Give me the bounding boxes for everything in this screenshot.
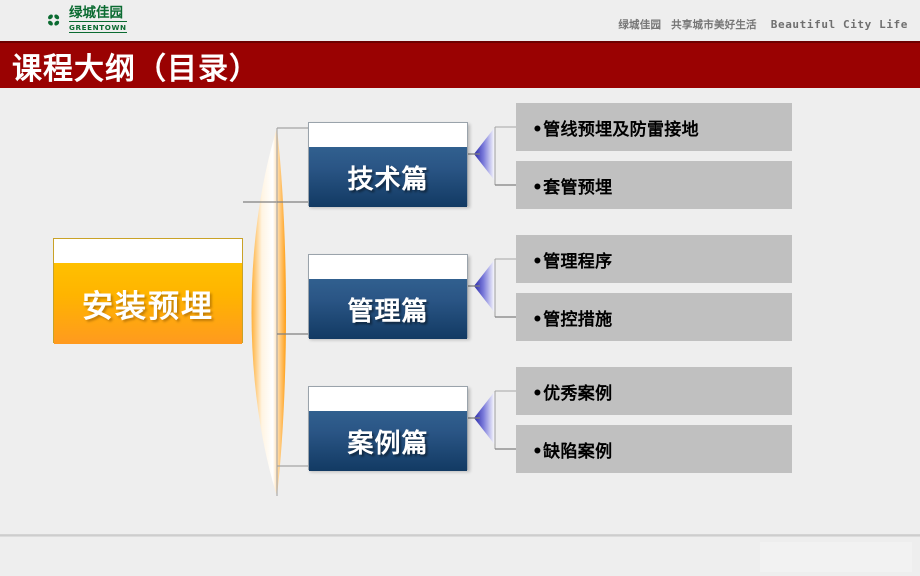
branch-node-label: 管理篇	[347, 296, 429, 327]
header-tagline: 绿城佳园 共享城市美好生活 Beautiful City Life	[618, 17, 908, 32]
greentown-logo: 绿城佳园 GREENTOWN	[36, 4, 156, 36]
branch-node-body: 案例篇	[309, 411, 467, 471]
branch-node-label: 技术篇	[347, 164, 429, 195]
leaf-label: •套管预埋	[532, 177, 613, 198]
branch-node-cap	[309, 255, 467, 279]
footer-placeholder-block	[760, 542, 912, 572]
diagram-leaf-box[interactable]: •管线预埋及防雷接地	[516, 103, 792, 151]
branch-node-label: 案例篇	[347, 428, 429, 459]
root-node-body: 安装预埋	[54, 263, 242, 344]
tagline-slogan-cn: 共享城市美好生活	[671, 19, 757, 31]
leaf-label: •优秀案例	[532, 383, 613, 404]
diagram-canvas: 安装预埋 技术篇 管理篇 案例篇 •管线预埋及防雷接地 •套管预埋 •管理程序 …	[0, 88, 920, 536]
root-node-label: 安装预埋	[82, 289, 214, 325]
diagram-leaf-box[interactable]: •管理程序	[516, 235, 792, 283]
branch-node-cap	[309, 387, 467, 411]
greentown-clover-logo	[36, 5, 66, 35]
tagline-brand: 绿城佳园	[618, 19, 662, 31]
leaf-label: •管控措施	[532, 309, 613, 330]
branch-node-body: 技术篇	[309, 147, 467, 207]
leaf-label: •管线预埋及防雷接地	[532, 119, 699, 140]
branch-node-cap	[309, 123, 467, 147]
diagram-leaf-box[interactable]: •优秀案例	[516, 367, 792, 415]
logo-chinese-name: 绿城佳园	[69, 6, 127, 23]
slide-header: 绿城佳园 GREENTOWN 绿城佳园 共享城市美好生活 Beautiful Cit…	[0, 0, 920, 41]
diagram-root-node[interactable]: 安装预埋	[53, 238, 243, 344]
diagram-leaf-box[interactable]: •套管预埋	[516, 161, 792, 209]
root-node-cap	[54, 239, 242, 263]
diagram-leaf-box[interactable]: •缺陷案例	[516, 425, 792, 473]
diagram-leaf-box[interactable]: •管控措施	[516, 293, 792, 341]
logo-english-name: GREENTOWN	[69, 22, 127, 34]
slide: 绿城佳园 GREENTOWN 绿城佳园 共享城市美好生活 Beautiful Cit…	[0, 0, 920, 576]
slide-title-bar: 课程大纲（目录）	[0, 41, 920, 88]
tagline-slogan-en: Beautiful City Life	[770, 18, 908, 31]
leaf-label: •管理程序	[532, 251, 613, 272]
leaf-label: •缺陷案例	[532, 441, 613, 462]
diagram-branch-node-case[interactable]: 案例篇	[308, 386, 468, 471]
branch-node-body: 管理篇	[309, 279, 467, 339]
diagram-branch-node-management[interactable]: 管理篇	[308, 254, 468, 339]
page-title: 课程大纲（目录）	[12, 51, 260, 87]
diagram-branch-node-technique[interactable]: 技术篇	[308, 122, 468, 207]
